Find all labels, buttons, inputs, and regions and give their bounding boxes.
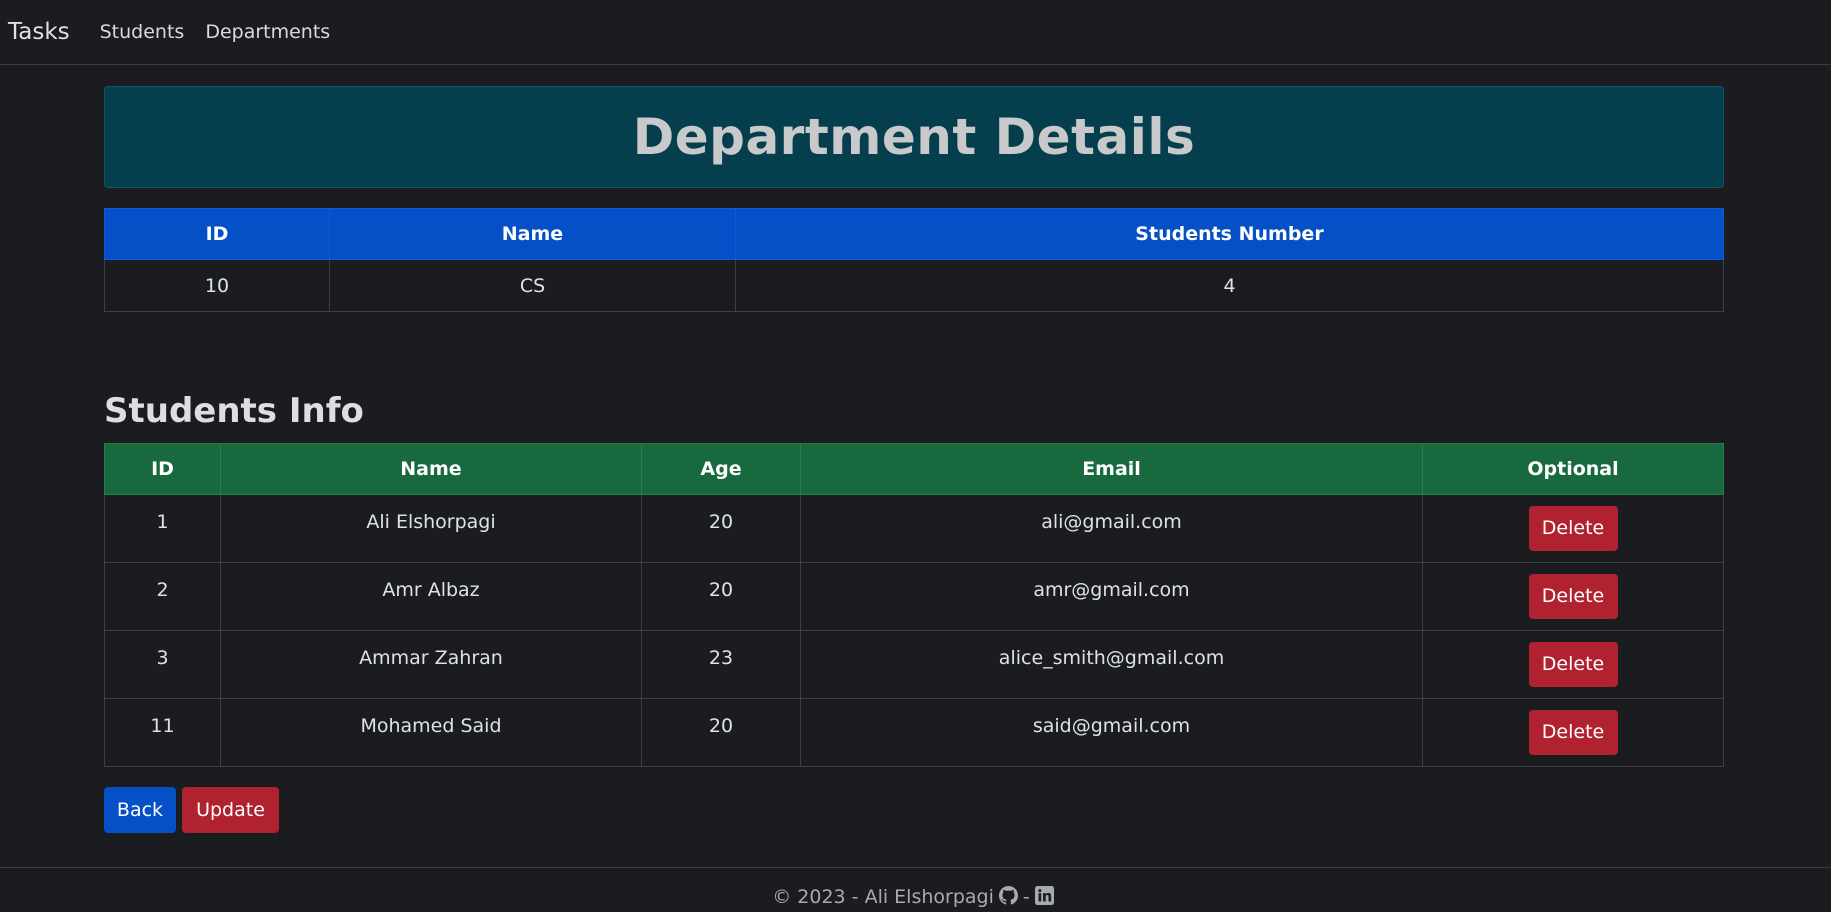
student-id: 11 [104, 698, 221, 767]
student-age: 23 [641, 630, 801, 699]
student-email: alice_smith@gmail.com [800, 630, 1423, 699]
department-banner: Department Details [104, 86, 1724, 188]
column-header-age: Age [641, 443, 801, 495]
student-age: 20 [641, 698, 801, 767]
footer: © 2023 - Ali Elshorpagi - [0, 867, 1831, 912]
student-id: 2 [104, 562, 221, 631]
page-title: Department Details [632, 108, 1196, 166]
student-age: 20 [641, 494, 801, 563]
navbar-brand[interactable]: Tasks [8, 19, 70, 45]
column-header-id: ID [104, 208, 330, 260]
delete-button[interactable]: Delete [1528, 574, 1618, 619]
student-actions: Delete [1422, 630, 1724, 699]
table-header-row: ID Name Students Number [104, 208, 1724, 260]
student-age: 20 [641, 562, 801, 631]
department-students-number: 4 [735, 259, 1724, 312]
students-table: ID Name Age Email Optional 1 Ali Elshorp… [104, 443, 1724, 767]
student-email: said@gmail.com [800, 698, 1423, 767]
table-row: 3 Ammar Zahran 23 alice_smith@gmail.com … [104, 630, 1724, 699]
table-row: 11 Mohamed Said 20 said@gmail.com Delete [104, 698, 1724, 767]
table-header-row: ID Name Age Email Optional [104, 443, 1724, 495]
department-name: CS [329, 259, 736, 312]
student-name: Ali Elshorpagi [220, 494, 642, 563]
column-header-name: Name [329, 208, 736, 260]
department-table: ID Name Students Number 10 CS 4 [104, 208, 1724, 312]
delete-button[interactable]: Delete [1528, 642, 1618, 687]
navbar: Tasks Students Departments [0, 0, 1831, 65]
student-name: Mohamed Said [220, 698, 642, 767]
column-header-name: Name [220, 443, 642, 495]
student-email: ali@gmail.com [800, 494, 1423, 563]
student-name: Amr Albaz [220, 562, 642, 631]
delete-button[interactable]: Delete [1528, 506, 1618, 551]
table-row: 1 Ali Elshorpagi 20 ali@gmail.com Delete [104, 494, 1724, 563]
student-actions: Delete [1422, 698, 1724, 767]
student-id: 3 [104, 630, 221, 699]
github-icon[interactable] [998, 886, 1018, 912]
copyright-text: © 2023 - Ali Elshorpagi [772, 886, 994, 908]
footer-separator: - [1022, 886, 1030, 908]
student-actions: Delete [1422, 494, 1724, 563]
update-button[interactable]: Update [182, 787, 279, 833]
form-actions: Back Update [104, 787, 279, 833]
section-title-students: Students Info [104, 391, 364, 431]
department-id: 10 [104, 259, 330, 312]
column-header-students-number: Students Number [735, 208, 1724, 260]
student-name: Ammar Zahran [220, 630, 642, 699]
student-id: 1 [104, 494, 221, 563]
nav-link-departments[interactable]: Departments [205, 21, 330, 43]
table-row: 2 Amr Albaz 20 amr@gmail.com Delete [104, 562, 1724, 631]
column-header-id: ID [104, 443, 221, 495]
table-row: 10 CS 4 [104, 259, 1724, 312]
back-button[interactable]: Back [104, 787, 176, 833]
column-header-optional: Optional [1422, 443, 1724, 495]
linkedin-icon[interactable] [1034, 886, 1054, 912]
nav-link-students[interactable]: Students [100, 21, 185, 43]
student-email: amr@gmail.com [800, 562, 1423, 631]
column-header-email: Email [800, 443, 1423, 495]
delete-button[interactable]: Delete [1528, 710, 1618, 755]
student-actions: Delete [1422, 562, 1724, 631]
